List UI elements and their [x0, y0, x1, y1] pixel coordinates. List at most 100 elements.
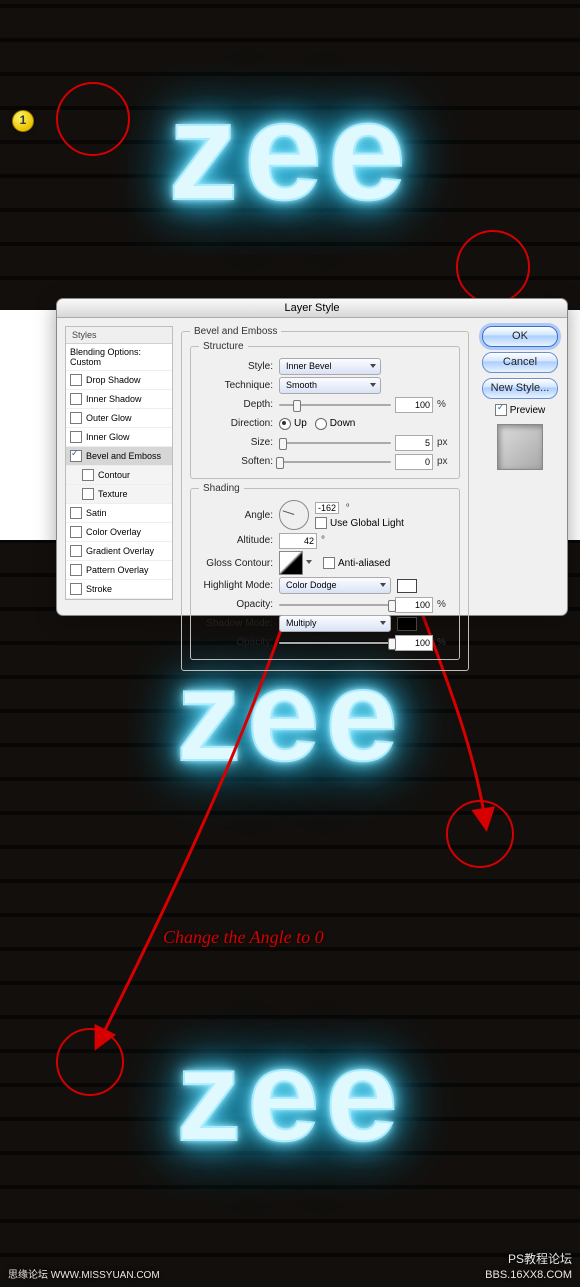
style-row-label: Satin [86, 508, 107, 518]
style-checkbox[interactable] [70, 583, 82, 595]
annotation-change-angle: Change the Angle to 0 [163, 927, 324, 948]
shading-group: Shading Angle: -162 ° [190, 483, 460, 660]
altitude-unit: ° [321, 535, 335, 546]
style-row-gradient-overlay[interactable]: Gradient Overlay [66, 542, 172, 561]
style-row-label: Inner Shadow [86, 394, 142, 404]
shading-legend: Shading [199, 483, 244, 494]
angle-label: Angle: [199, 510, 273, 521]
style-row-inner-glow[interactable]: Inner Glow [66, 428, 172, 447]
style-row-drop-shadow[interactable]: Drop Shadow [66, 371, 172, 390]
style-checkbox[interactable] [82, 469, 94, 481]
shadow-mode-label: Shadow Mode: [199, 618, 273, 629]
bevel-emboss-panel: Bevel and Emboss Structure Style: Inner … [181, 326, 469, 675]
technique-label: Technique: [199, 380, 273, 391]
style-row-label: Outer Glow [86, 413, 132, 423]
watermark-right-top: PS教程论坛 [508, 1250, 572, 1267]
cancel-button[interactable]: Cancel [482, 352, 558, 373]
new-style-button[interactable]: New Style... [482, 378, 558, 399]
background-brick-top [0, 0, 580, 310]
anti-aliased-label: Anti-aliased [338, 558, 390, 569]
highlight-color-swatch[interactable] [397, 579, 417, 593]
style-label: Style: [199, 361, 273, 372]
style-row-label: Drop Shadow [86, 375, 141, 385]
style-checkbox[interactable] [70, 374, 82, 386]
blending-options-label: Blending Options: Custom [70, 347, 168, 367]
altitude-label: Altitude: [199, 535, 273, 546]
direction-up-radio[interactable] [279, 418, 291, 430]
style-checkbox[interactable] [70, 564, 82, 576]
highlight-opacity-unit: % [437, 599, 451, 610]
anti-aliased-checkbox[interactable] [323, 557, 335, 569]
shadow-opacity-slider[interactable] [279, 637, 391, 649]
gloss-contour-picker[interactable] [279, 551, 303, 575]
style-row-color-overlay[interactable]: Color Overlay [66, 523, 172, 542]
direction-down-radio[interactable] [315, 418, 327, 430]
dialog-titlebar: Layer Style [57, 299, 567, 318]
shadow-color-swatch[interactable] [397, 617, 417, 631]
size-slider[interactable] [279, 437, 391, 449]
watermark-right-bottom: BBS.16XX8.COM [485, 1269, 572, 1281]
ok-button[interactable]: OK [482, 326, 558, 347]
style-row-stroke[interactable]: Stroke [66, 580, 172, 599]
style-row-pattern-overlay[interactable]: Pattern Overlay [66, 561, 172, 580]
style-row-label: Color Overlay [86, 527, 141, 537]
highlight-opacity-slider[interactable] [279, 599, 391, 611]
highlight-opacity-label: Opacity: [199, 599, 273, 610]
style-checkbox[interactable] [70, 431, 82, 443]
gloss-contour-label: Gloss Contour: [199, 558, 273, 569]
technique-select[interactable]: Smooth [279, 377, 381, 394]
depth-slider[interactable] [279, 399, 391, 411]
angle-wheel[interactable] [279, 500, 309, 530]
style-row-outer-glow[interactable]: Outer Glow [66, 409, 172, 428]
style-row-contour[interactable]: Contour [66, 466, 172, 485]
style-row-label: Inner Glow [86, 432, 130, 442]
highlight-opacity-input[interactable]: 100 [395, 597, 433, 613]
style-checkbox[interactable] [82, 488, 94, 500]
shadow-opacity-label: Opacity: [199, 637, 273, 648]
style-select[interactable]: Inner Bevel [279, 358, 381, 375]
depth-label: Depth: [199, 399, 273, 410]
styles-sidebar-header[interactable]: Styles [66, 327, 172, 344]
style-checkbox[interactable] [70, 393, 82, 405]
style-checkbox[interactable] [70, 450, 82, 462]
style-checkbox[interactable] [70, 526, 82, 538]
panel-title: Bevel and Emboss [190, 326, 281, 337]
use-global-light-label: Use Global Light [330, 518, 404, 529]
style-row-inner-shadow[interactable]: Inner Shadow [66, 390, 172, 409]
direction-up-label: Up [294, 418, 307, 429]
style-row-label: Texture [98, 489, 128, 499]
depth-input[interactable]: 100 [395, 397, 433, 413]
angle-unit: ° [346, 503, 350, 514]
soften-label: Soften: [199, 456, 273, 467]
shadow-opacity-input[interactable]: 100 [395, 635, 433, 651]
direction-down-label: Down [330, 418, 356, 429]
shadow-mode-select[interactable]: Multiply [279, 615, 391, 632]
style-row-texture[interactable]: Texture [66, 485, 172, 504]
preview-label: Preview [510, 405, 546, 416]
soften-slider[interactable] [279, 456, 391, 468]
style-row-label: Gradient Overlay [86, 546, 154, 556]
angle-input[interactable]: -162 [315, 502, 339, 514]
size-input[interactable]: 5 [395, 435, 433, 451]
altitude-input[interactable]: 42 [279, 533, 317, 549]
soften-unit: px [437, 456, 451, 467]
depth-unit: % [437, 399, 451, 410]
style-row-bevel-and-emboss[interactable]: Bevel and Emboss [66, 447, 172, 466]
style-row-label: Contour [98, 470, 130, 480]
structure-legend: Structure [199, 341, 248, 352]
style-row-label: Pattern Overlay [86, 565, 149, 575]
preview-swatch [497, 424, 543, 470]
style-checkbox[interactable] [70, 507, 82, 519]
direction-label: Direction: [199, 418, 273, 429]
watermark-left: 思缘论坛 WWW.MISSYUAN.COM [8, 1266, 160, 1281]
soften-input[interactable]: 0 [395, 454, 433, 470]
style-checkbox[interactable] [70, 412, 82, 424]
blending-options-row[interactable]: Blending Options: Custom [66, 344, 172, 371]
style-row-label: Stroke [86, 584, 112, 594]
style-row-satin[interactable]: Satin [66, 504, 172, 523]
use-global-light-checkbox[interactable] [315, 517, 327, 529]
preview-checkbox[interactable] [495, 404, 507, 416]
style-row-label: Bevel and Emboss [86, 451, 161, 461]
highlight-mode-select[interactable]: Color Dodge [279, 577, 391, 594]
style-checkbox[interactable] [70, 545, 82, 557]
